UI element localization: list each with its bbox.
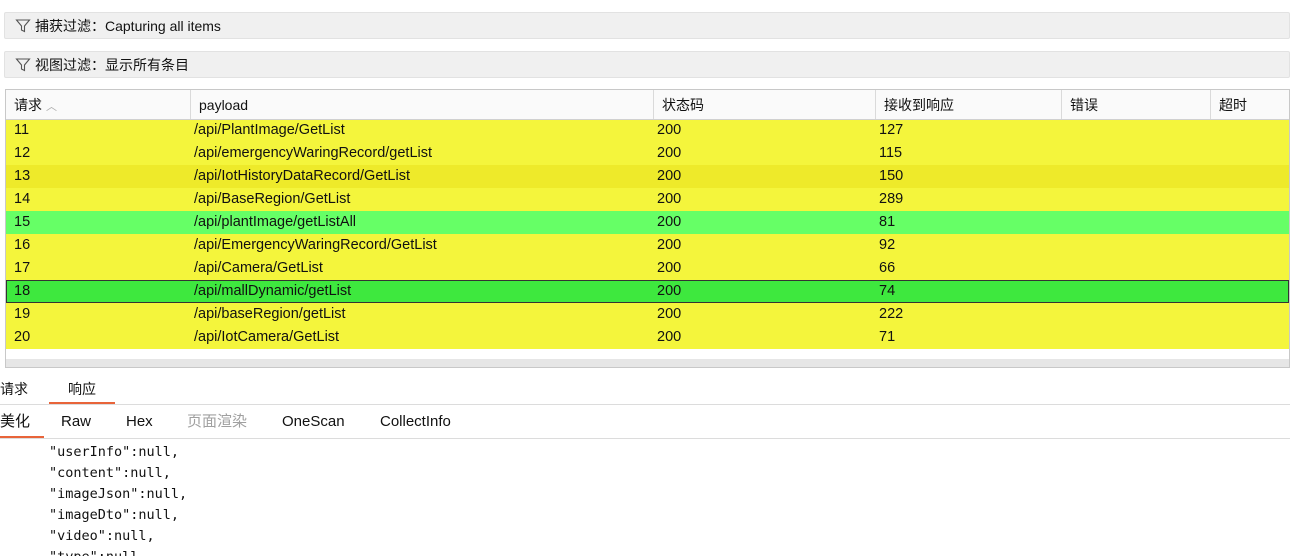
cell-payload: /api/EmergencyWaringRecord/GetList — [194, 237, 437, 253]
cell-request: 16 — [14, 237, 31, 253]
cell-status: 200 — [657, 145, 682, 161]
filter-icon — [15, 57, 31, 71]
cell-payload: /api/baseRegion/getList — [194, 306, 346, 322]
cell-status: 200 — [657, 329, 682, 345]
cell-request: 12 — [14, 145, 31, 161]
column-header-request[interactable]: 请求 ︿ — [6, 90, 191, 119]
cell-response: 81 — [879, 214, 896, 230]
tab-render[interactable]: 页面渲染 — [187, 406, 251, 438]
table-row[interactable]: 14/api/BaseRegion/GetList 200 289 — [6, 188, 1289, 211]
cell-request: 18 — [14, 283, 31, 299]
code-line: "video":null, — [49, 528, 155, 544]
tab-response[interactable]: 响应 — [49, 374, 115, 404]
code-line: "type":null, — [49, 547, 147, 556]
cell-status: 200 — [657, 237, 682, 253]
cell-payload: /api/Camera/GetList — [194, 260, 323, 276]
table-row[interactable]: 17/api/Camera/GetList 200 66 — [6, 257, 1289, 280]
view-mode-tabs: 美化 Raw Hex 页面渲染 OneScan CollectInfo — [0, 406, 1290, 439]
column-header-response[interactable]: 接收到响应 — [876, 90, 1062, 119]
table-row[interactable]: 18/api/mallDynamic/getList 200 74 — [6, 280, 1289, 303]
cell-request: 17 — [14, 260, 31, 276]
table-header: 请求 ︿ payload 状态码 接收到响应 错误 超时 — [6, 90, 1289, 120]
message-tabs: 请求 响应 — [0, 374, 1290, 405]
table-row[interactable]: 13/api/IotHistoryDataRecord/GetList 200 15… — [6, 165, 1289, 188]
tab-onescan[interactable]: OneScan — [282, 406, 350, 438]
code-line: "imageDto":null, — [49, 507, 180, 523]
cell-payload: /api/emergencyWaringRecord/getList — [194, 145, 433, 161]
table-row[interactable]: 15/api/plantImage/getListAll 200 81 — [6, 211, 1289, 234]
cell-response: 150 — [879, 168, 904, 184]
code-line: "imageJson":null, — [49, 486, 188, 502]
tab-pretty[interactable]: 美化 — [0, 406, 44, 438]
cell-request: 11 — [14, 122, 30, 138]
cell-request: 14 — [14, 191, 31, 207]
code-line: "userInfo":null, — [49, 444, 180, 460]
results-table[interactable]: 请求︿ payload 状态码 接收到响应 错误 超时 10/api/MallS… — [5, 89, 1290, 368]
filter-icon — [15, 18, 31, 32]
cell-status: 200 — [657, 168, 682, 184]
tab-raw[interactable]: Raw — [61, 406, 95, 438]
view-filter-text: 视图过滤：显示所有条目 — [35, 56, 189, 73]
cell-payload: /api/BaseRegion/GetList — [194, 191, 351, 207]
cell-response: 115 — [879, 145, 903, 161]
cell-request: 15 — [14, 214, 31, 230]
view-filter-bar[interactable]: 视图过滤：显示所有条目 — [4, 51, 1290, 78]
capture-filter-bar[interactable]: 捕获过滤：Capturing all items — [4, 12, 1290, 39]
column-header-payload[interactable]: payload — [191, 90, 654, 119]
cell-response: 66 — [879, 260, 896, 276]
tab-collectinfo[interactable]: CollectInfo — [380, 406, 464, 438]
cell-response: 127 — [879, 122, 904, 138]
capture-filter-text: 捕获过滤：Capturing all items — [35, 17, 221, 34]
table-row[interactable]: 16/api/EmergencyWaringRecord/GetList 200 9… — [6, 234, 1289, 257]
cell-response: 92 — [879, 237, 896, 253]
tab-hex[interactable]: Hex — [126, 406, 156, 438]
cell-request: 20 — [14, 329, 31, 345]
table-row[interactable]: 11/api/PlantImage/GetList 200 127 — [6, 119, 1289, 142]
cell-status: 200 — [657, 191, 682, 207]
cell-status: 200 — [657, 283, 682, 299]
cell-status: 200 — [657, 214, 682, 230]
cell-payload: /api/IotHistoryDataRecord/GetList — [194, 168, 410, 184]
cell-response: 74 — [879, 283, 896, 299]
cell-response: 289 — [879, 191, 904, 207]
cell-status: 200 — [657, 306, 682, 322]
response-code-view[interactable]: "userInfo":null, "content":null, "imageJso… — [0, 440, 1290, 556]
cell-status: 200 — [657, 260, 682, 276]
horizontal-scrollbar[interactable] — [6, 359, 1289, 367]
column-header-timeout[interactable]: 超时 — [1211, 90, 1289, 119]
table-row[interactable]: 19/api/baseRegion/getList 200 222 — [6, 303, 1289, 326]
column-header-status[interactable]: 状态码 — [654, 90, 876, 119]
table-row[interactable]: 12/api/emergencyWaringRecord/getList 200 1… — [6, 142, 1289, 165]
cell-payload: /api/plantImage/getListAll — [194, 214, 357, 230]
cell-response: 222 — [879, 306, 904, 322]
sort-up-icon: ︿ — [46, 101, 57, 113]
column-header-error[interactable]: 错误 — [1062, 90, 1211, 119]
cell-response: 71 — [879, 329, 896, 345]
cell-payload: /api/mallDynamic/getList — [194, 283, 352, 299]
table-row[interactable]: 20/api/IotCamera/GetList 200 71 — [6, 326, 1289, 349]
cell-request: 13 — [14, 168, 31, 184]
cell-payload: /api/PlantImage/GetList — [194, 122, 345, 138]
tab-request[interactable]: 请求 — [0, 374, 36, 404]
cell-status: 200 — [657, 122, 682, 138]
cell-payload: /api/IotCamera/GetList — [194, 329, 340, 345]
code-line: "content":null, — [49, 465, 171, 481]
cell-request: 19 — [14, 306, 31, 322]
